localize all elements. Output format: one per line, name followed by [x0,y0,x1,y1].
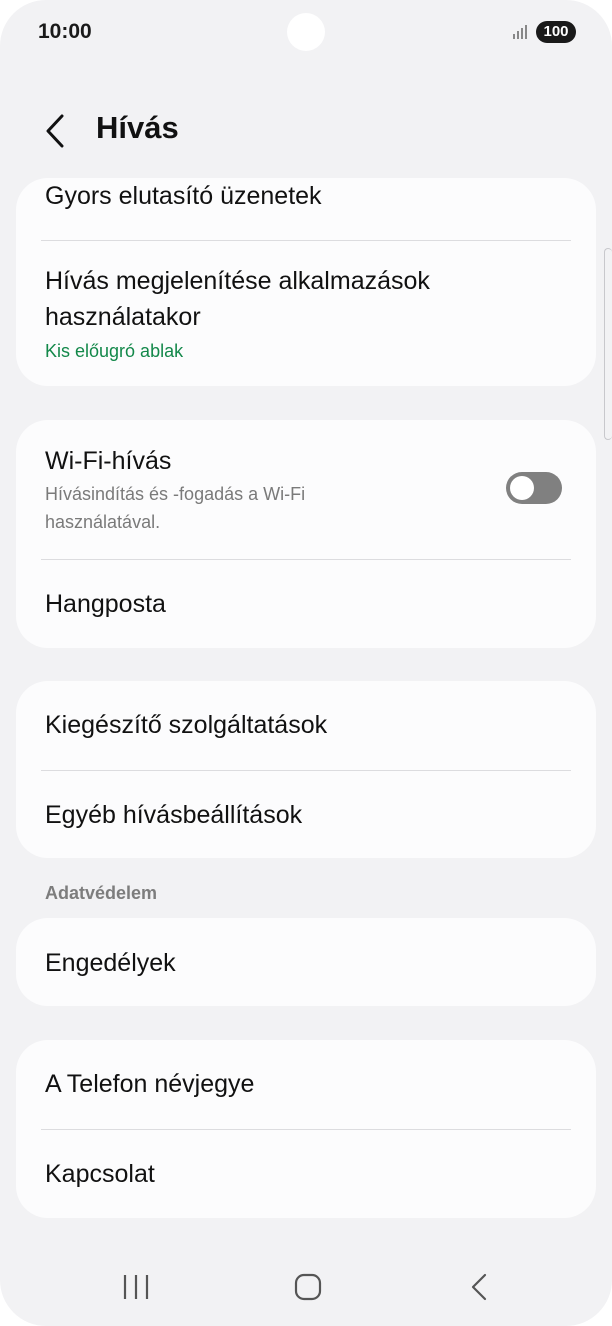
recent-apps-button[interactable] [106,1262,166,1312]
home-icon [294,1273,322,1301]
back-button[interactable] [36,104,76,154]
status-bar: 10:00 100 [0,0,612,64]
call-display-in-apps-item[interactable]: Hívás megjelenítése alkalmazások használ… [16,241,596,386]
phone-screen: 10:00 100 Hívás Gyors elutasító üzenetek… [0,0,612,1326]
wifi-calling-toggle[interactable] [506,472,562,504]
wifi-calling-description-line1: Hívásindítás és -fogadás a Wi-Fi [45,484,306,504]
call-display-in-apps-label-line1: Hívás megjelenítése alkalmazások [45,267,430,295]
camera-cutout [287,13,325,51]
wifi-calling-label: Wi-Fi-hívás [45,447,172,475]
battery-icon: 100 [536,21,576,43]
call-display-in-apps-label-line2: használatakor [45,303,201,331]
about-phone-item[interactable]: A Telefon névjegye [16,1040,596,1129]
navigation-bar [0,1250,612,1326]
settings-card-wifi-calling: Wi-Fi-hívás Hívásindítás és -fogadás a W… [16,420,596,648]
settings-card-privacy: Engedélyek [16,918,596,1006]
quick-decline-messages-label: Gyors elutasító üzenetek [45,182,322,210]
about-phone-label: A Telefon névjegye [45,1070,255,1098]
scrollbar[interactable] [604,248,612,440]
back-icon [471,1273,487,1301]
call-display-in-apps-value: Kis előugró ablak [45,341,184,361]
nav-back-button[interactable] [450,1262,510,1312]
settings-card-services: Kiegészítő szolgáltatások Egyéb hívásbeá… [16,681,596,858]
voicemail-label: Hangposta [45,590,166,618]
wifi-calling-description-line2: használatával. [45,512,161,532]
supplementary-services-label: Kiegészítő szolgáltatások [45,711,328,739]
voicemail-item[interactable]: Hangposta [16,560,596,648]
supplementary-services-item[interactable]: Kiegészítő szolgáltatások [16,681,596,770]
status-time: 10:00 [38,20,92,43]
settings-card-about: A Telefon névjegye Kapcsolat [16,1040,596,1218]
signal-icon [513,25,527,39]
settings-card-call-display: Gyors elutasító üzenetek Hívás megjelení… [16,178,596,386]
contact-us-item[interactable]: Kapcsolat [16,1130,596,1218]
home-button[interactable] [277,1262,337,1312]
page-title: Hívás [96,110,179,145]
recent-apps-icon [123,1275,149,1299]
chevron-left-icon [46,114,64,148]
other-call-settings-label: Egyéb hívásbeállítások [45,801,303,829]
privacy-section-header: Adatvédelem [45,883,158,903]
wifi-calling-item[interactable]: Wi-Fi-hívás Hívásindítás és -fogadás a W… [16,420,596,560]
app-header: Hívás [0,100,612,156]
toggle-knob [510,476,534,500]
quick-decline-messages-item[interactable]: Gyors elutasító üzenetek [16,178,596,240]
permissions-item[interactable]: Engedélyek [16,918,596,1006]
other-call-settings-item[interactable]: Egyéb hívásbeállítások [16,771,596,858]
contact-us-label: Kapcsolat [45,1160,155,1188]
permissions-label: Engedélyek [45,949,176,977]
